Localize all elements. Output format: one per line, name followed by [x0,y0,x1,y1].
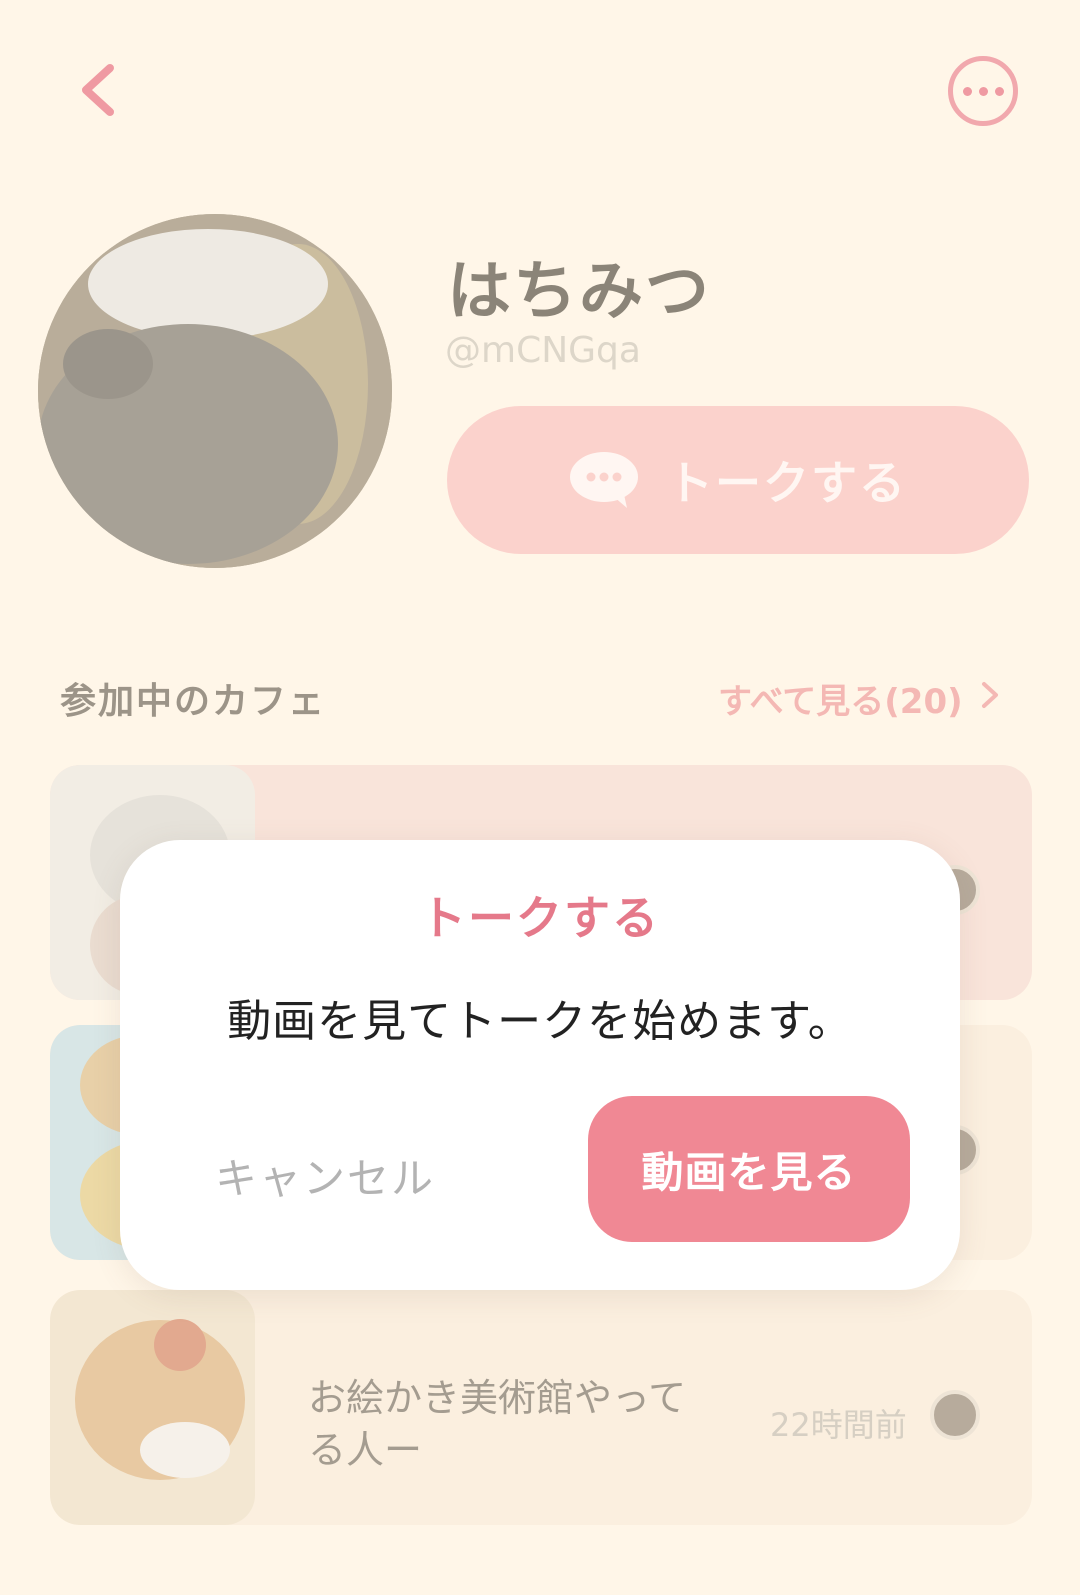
cafe-card[interactable]: お絵かき美術館やってる人ー 22時間前 [50,1290,1032,1525]
profile-handle: @mCNGqa [445,330,641,371]
cafe-title: お絵かき美術館やってる人ー [308,1376,687,1472]
talk-button[interactable]: トークする [447,406,1029,554]
cancel-button[interactable]: キャンセル [200,1130,450,1220]
profile-name: はちみつ [447,255,711,329]
cafe-timestamp: 22時間前 [770,1406,907,1444]
see-all-link[interactable]: すべて見る(20) [718,674,963,723]
chevron-right-icon[interactable] [978,680,1002,710]
talk-button-label: トークする [667,456,907,510]
cafe-thumbnail [50,1290,255,1525]
more-options-button[interactable] [948,56,1018,126]
dialog-title: トークする [420,891,660,945]
dialog-message: 動画を見てトークを始めます。 [227,996,853,1047]
chat-bubble-icon [569,450,639,510]
avatar-image [38,214,392,568]
watch-video-button[interactable]: 動画を見る [588,1096,910,1242]
profile-screen: はちみつ @mCNGqa トークする 参加中のカフェ すべて見る(20) お絵か… [0,0,1080,1595]
back-button[interactable] [70,60,130,120]
talk-confirm-dialog: トークする 動画を見てトークを始めます。 キャンセル 動画を見る [120,840,960,1290]
section-title: 参加中のカフェ [60,681,327,722]
more-icon [962,86,972,96]
profile-avatar[interactable] [38,214,392,568]
chevron-left-icon [82,64,114,116]
cafe-member-avatar [930,1390,980,1440]
